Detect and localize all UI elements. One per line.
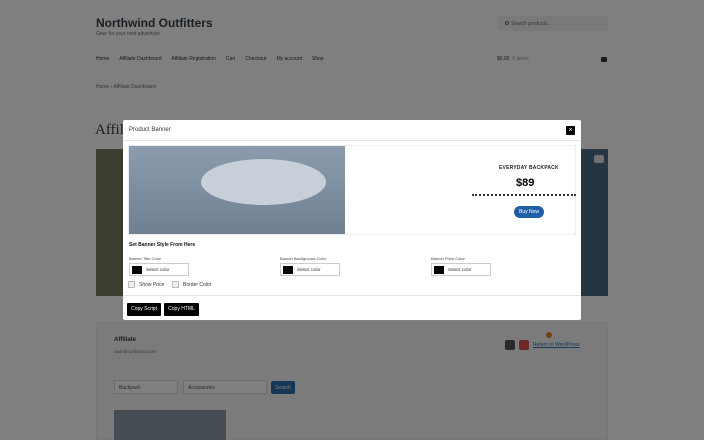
close-icon[interactable]: ×: [566, 126, 575, 135]
price-color-picker[interactable]: Select color: [431, 263, 491, 276]
price-divider: [472, 194, 576, 196]
select-color-label: Select color: [146, 267, 170, 272]
product-banner-modal: Product Banner × EVERYDAY BACKPACK $89 B…: [123, 120, 581, 320]
copy-html-button[interactable]: Copy HTML: [164, 303, 199, 316]
buy-now-button[interactable]: Buy Now: [514, 206, 544, 218]
divider: [123, 140, 581, 141]
background-color-label: Banner Background Color: [280, 256, 327, 261]
divider: [123, 295, 581, 296]
show-price-label: Show Price: [139, 281, 165, 288]
background-color-picker[interactable]: Select color: [280, 263, 340, 276]
title-color-picker[interactable]: Select color: [129, 263, 189, 276]
title-color-label: Banner Title Color: [129, 256, 162, 261]
product-image-shape: [201, 159, 326, 205]
border-color-option[interactable]: Border Color: [172, 281, 211, 288]
color-swatch: [434, 266, 444, 274]
price-color-label: Banner Price Color: [431, 256, 465, 261]
banner-preview: EVERYDAY BACKPACK $89 Buy Now: [128, 145, 576, 235]
color-swatch: [283, 266, 293, 274]
show-price-option[interactable]: Show Price: [128, 281, 164, 288]
border-color-label: Border Color: [183, 281, 212, 288]
border-color-checkbox[interactable]: [172, 281, 179, 288]
product-image: [129, 146, 345, 234]
style-section-heading: Set Banner Style From Here: [129, 242, 196, 248]
color-swatch: [132, 266, 142, 274]
product-price: $89: [516, 177, 535, 189]
copy-script-button[interactable]: Copy Script: [127, 303, 161, 316]
show-price-checkbox[interactable]: [128, 281, 135, 288]
modal-title: Product Banner: [129, 127, 171, 133]
product-name: EVERYDAY BACKPACK: [499, 165, 559, 171]
select-color-label: Select color: [448, 267, 472, 272]
select-color-label: Select color: [297, 267, 321, 272]
